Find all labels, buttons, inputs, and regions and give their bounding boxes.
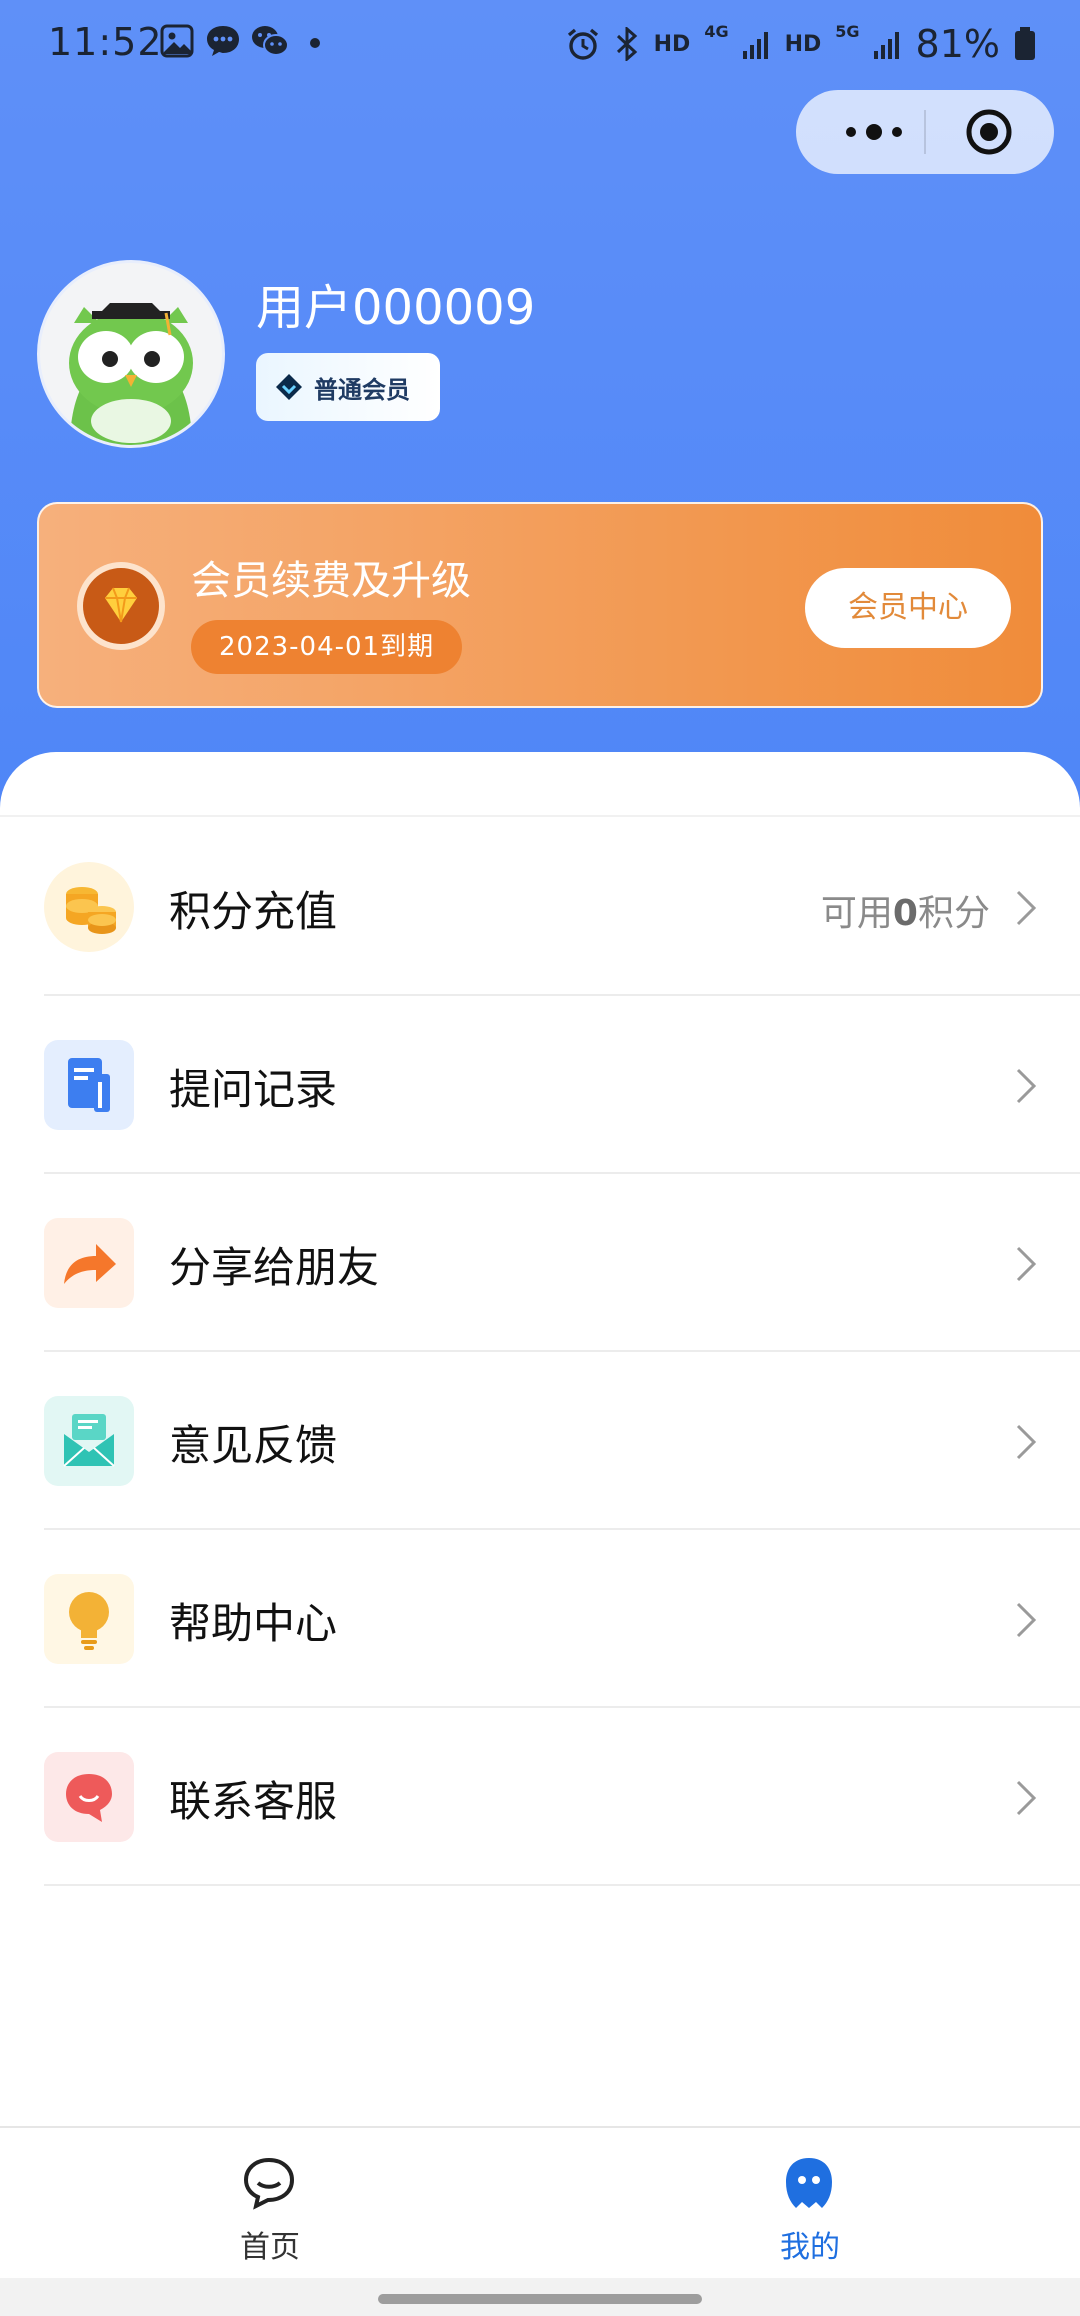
capsule-divider xyxy=(924,110,926,154)
chat-icon xyxy=(243,2157,295,2210)
document-icon xyxy=(44,1040,134,1130)
username: 用户000009 xyxy=(256,280,536,336)
lightbulb-icon xyxy=(44,1574,134,1664)
chevron-right-icon xyxy=(1016,1246,1037,1282)
share-icon xyxy=(44,1218,134,1308)
avatar[interactable] xyxy=(37,260,225,448)
menu-label-share: 分享给朋友 xyxy=(169,1243,380,1292)
signal-icon xyxy=(742,32,768,59)
tab-mine-label: 我的 xyxy=(780,2230,840,2265)
chevron-right-icon xyxy=(1016,1602,1037,1638)
miniprogram-capsule xyxy=(796,90,1054,174)
tab-mine[interactable]: 我的 xyxy=(540,2128,1080,2278)
status-time: 11:52 xyxy=(48,20,163,64)
menu-label-help-center: 帮助中心 xyxy=(169,1599,338,1648)
available-points: 可用0积分 xyxy=(820,893,990,934)
bluetooth-icon xyxy=(616,27,637,61)
dot-icon xyxy=(310,38,320,48)
network-label-hd-2: HD xyxy=(784,31,822,57)
chevron-right-icon xyxy=(1016,1780,1037,1816)
network-label-hd-1: HD xyxy=(653,31,691,57)
menu-divider xyxy=(44,1884,1080,1886)
sheet-divider xyxy=(0,815,1080,817)
diamond-icon xyxy=(77,562,165,650)
menu-item-points-recharge[interactable]: 积分充值 可用0积分 xyxy=(0,818,1080,996)
network-label-5g: 5G xyxy=(835,22,860,41)
gallery-icon xyxy=(160,24,194,58)
battery-icon xyxy=(1015,27,1035,60)
menu-item-feedback[interactable]: 意见反馈 xyxy=(0,1352,1080,1530)
tab-home[interactable]: 首页 xyxy=(0,2128,540,2278)
status-bar: 11:52 HD 4G HD 5G 81% xyxy=(0,0,1080,88)
chevron-right-icon xyxy=(1016,1424,1037,1460)
message-icon xyxy=(207,26,239,56)
member-level-badge[interactable]: 普通会员 xyxy=(256,353,440,421)
alarm-icon xyxy=(567,28,598,60)
vip-expire-date: 2023-04-01到期 xyxy=(191,620,463,674)
signal-icon xyxy=(873,32,899,59)
target-icon[interactable] xyxy=(964,107,1014,157)
tab-home-label: 首页 xyxy=(240,2230,300,2265)
menu-label-question-history: 提问记录 xyxy=(169,1065,338,1114)
member-level-text: 普通会员 xyxy=(314,375,410,404)
menu-item-help-center[interactable]: 帮助中心 xyxy=(0,1530,1080,1708)
menu-label-customer-service: 联系客服 xyxy=(169,1777,338,1826)
battery-text: 81% xyxy=(915,22,1000,66)
owl-avatar-icon xyxy=(69,303,193,445)
vip-renewal-card[interactable]: 会员续费及升级 2023-04-01到期 会员中心 xyxy=(37,502,1043,708)
more-icon[interactable] xyxy=(824,90,924,174)
chevron-right-icon xyxy=(1016,1068,1037,1104)
home-indicator[interactable] xyxy=(378,2294,702,2304)
chat-bubble-icon xyxy=(44,1752,134,1842)
status-right-group: HD 4G HD 5G 81% xyxy=(566,22,1036,66)
diamond-badge-icon xyxy=(276,374,302,400)
network-label-4g: 4G xyxy=(704,22,729,41)
menu-item-question-history[interactable]: 提问记录 xyxy=(0,996,1080,1174)
wechat-icon xyxy=(252,26,289,56)
coins-icon xyxy=(44,862,134,952)
mail-icon xyxy=(44,1396,134,1486)
menu-item-share[interactable]: 分享给朋友 xyxy=(0,1174,1080,1352)
menu-label-points-recharge: 积分充值 xyxy=(169,887,338,936)
chevron-right-icon xyxy=(1016,890,1037,926)
bottom-tab-bar: 首页 我的 xyxy=(0,2126,1080,2278)
menu-item-customer-service[interactable]: 联系客服 xyxy=(0,1708,1080,1886)
vip-card-title: 会员续费及升级 xyxy=(191,558,471,604)
member-center-button[interactable]: 会员中心 xyxy=(805,568,1011,648)
menu-label-feedback: 意见反馈 xyxy=(169,1421,338,1470)
profile-icon xyxy=(786,2158,832,2208)
